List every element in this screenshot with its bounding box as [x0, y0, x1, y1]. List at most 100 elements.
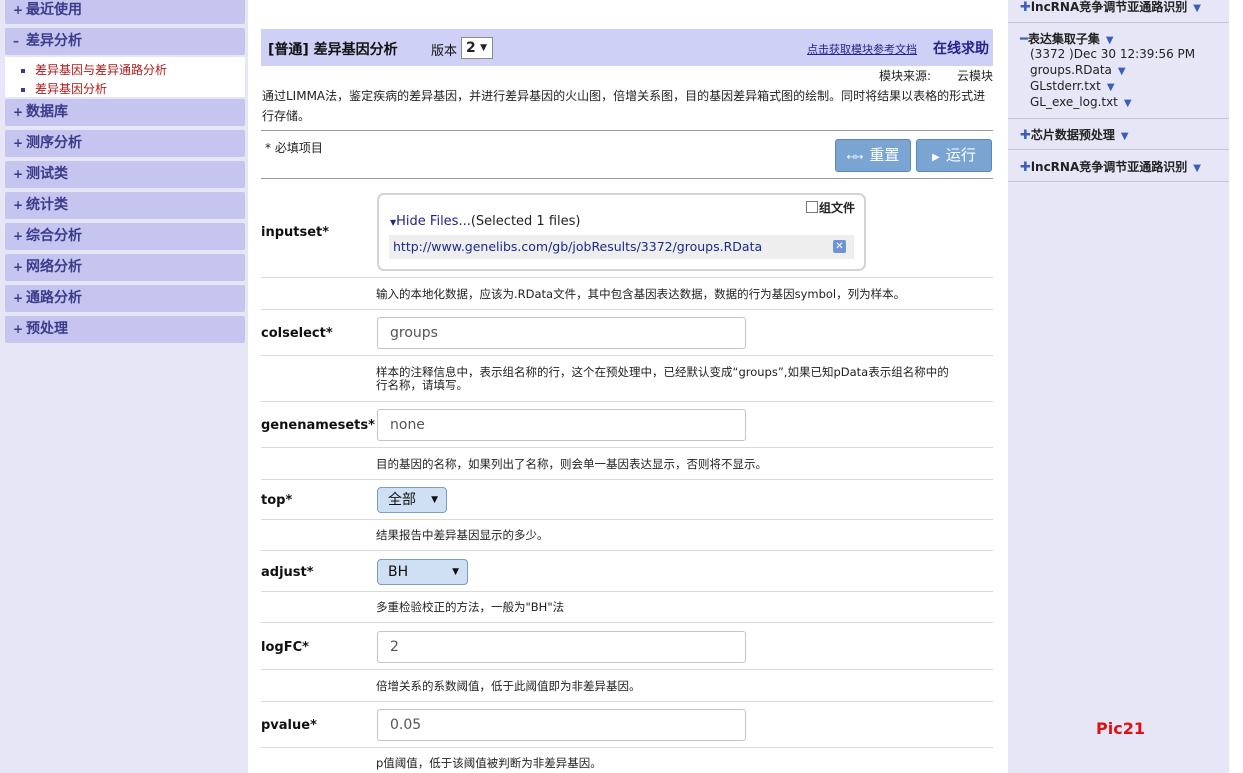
genenamesets-input[interactable]: none	[377, 409, 746, 441]
row-divider	[261, 669, 993, 670]
minus-icon: ━	[1020, 32, 1028, 47]
sidebar-category-pathway[interactable]: + 通路分析	[5, 285, 245, 312]
logfc-input[interactable]: 2	[377, 631, 746, 663]
section-expression-subset[interactable]: ━表达集取子集 ▼	[1008, 30, 1229, 47]
top-select[interactable]: 全部 ▼	[377, 487, 447, 513]
group-file-checkbox[interactable]: 组文件	[806, 199, 855, 216]
sidebar-category-database[interactable]: + 数据库	[5, 99, 245, 126]
plus-icon: +	[13, 136, 24, 150]
sidebar-category-comprehensive[interactable]: + 综合分析	[5, 223, 245, 250]
plus-icon: +	[13, 167, 24, 181]
pic-label: Pic21	[1096, 719, 1145, 738]
plus-icon: +	[13, 291, 24, 305]
caret-down-icon: ▼	[1106, 82, 1115, 93]
result-file-item[interactable]: groups.RData ▼	[1030, 63, 1126, 77]
row-divider	[261, 550, 993, 551]
selected-file-row: http://www.genelibs.com/gb/jobResults/33…	[389, 235, 854, 259]
section-chip-preprocess[interactable]: ✚芯片数据预处理 ▼	[1008, 126, 1229, 143]
row-divider	[261, 622, 993, 623]
param-hint-genenamesets: 目的基因的名称，如果列出了名称，则会单一基因表达显示，否则将不显示。	[376, 457, 767, 471]
plus-icon: ✚	[1020, 128, 1031, 143]
selected-file-url[interactable]: http://www.genelibs.com/gb/jobResults/33…	[393, 239, 762, 254]
plus-icon: +	[13, 105, 24, 119]
result-file-item[interactable]: GL_exe_log.txt ▼	[1030, 95, 1132, 109]
sidebar-category-label: 最近使用	[26, 2, 82, 18]
play-icon: ▶	[932, 152, 940, 163]
section-lncrna-top[interactable]: ✚lncRNA竞争调节亚通路识别 ▼	[1008, 0, 1229, 15]
version-label: 版本	[431, 44, 458, 59]
online-help-link[interactable]: 在线求助	[933, 38, 989, 58]
caret-down-icon: ▼	[1193, 163, 1201, 174]
sidebar-category-recent[interactable]: + 最近使用	[5, 0, 245, 24]
sidebar-category-label: 测序分析	[26, 135, 82, 151]
param-label-adjust: adjust*	[261, 565, 314, 580]
row-divider	[261, 747, 993, 748]
caret-down-icon: ▼	[431, 495, 438, 505]
param-hint-top: 结果报告中差异基因显示的多少。	[376, 528, 549, 542]
run-button[interactable]: ▶ 运行	[916, 139, 992, 172]
version-select[interactable]: 2 ▼	[461, 37, 493, 59]
section-divider	[1008, 22, 1229, 23]
reset-button[interactable]: ↤↦ 重置	[835, 139, 911, 172]
sidebar-category-statistics[interactable]: + 统计类	[5, 192, 245, 219]
sidebar-category-label: 统计类	[26, 197, 68, 213]
plus-icon: ✚	[1020, 160, 1031, 175]
sidebar-category-preprocess[interactable]: + 预处理	[5, 316, 245, 343]
param-label-genenamesets: genenamesets*	[261, 418, 375, 433]
module-form: [普通] 差异基因分析 版本 2 ▼ 点击获取模块参考文档 在线求助 模块来源:…	[248, 0, 1008, 773]
param-label-colselect: colselect*	[261, 326, 333, 341]
plus-icon: ✚	[1020, 0, 1031, 15]
module-source: 模块来源: 云模块	[879, 69, 994, 83]
plus-icon: +	[13, 3, 24, 17]
sidebar-category-label: 测试类	[26, 166, 68, 182]
sidebar-category-label: 数据库	[26, 104, 68, 120]
required-note: * 必填项目	[265, 141, 323, 155]
module-header: [普通] 差异基因分析 版本 2 ▼ 点击获取模块参考文档 在线求助	[261, 29, 993, 66]
caret-down-icon: ▼	[480, 43, 487, 53]
sidebar-category-label: 通路分析	[26, 290, 82, 306]
divider	[261, 130, 993, 131]
param-label-pvalue: pvalue*	[261, 718, 317, 733]
scroll-gutter	[1229, 0, 1243, 773]
sidebar-category-sequencing[interactable]: + 测序分析	[5, 130, 245, 157]
caret-down-icon: ▼	[452, 567, 459, 577]
section-divider	[1008, 149, 1229, 150]
help-doc-link[interactable]: 点击获取模块参考文档	[807, 41, 917, 57]
row-divider	[261, 519, 993, 520]
sidebar-subitems: 差异基因与差异通路分析 差异基因分析	[5, 57, 245, 97]
row-divider	[261, 447, 993, 448]
caret-down-icon: ▼	[1123, 98, 1132, 109]
section-divider	[1008, 181, 1229, 182]
param-hint-pvalue: p值阈值，低于该阈值被判断为非差异基因。	[376, 756, 602, 770]
section-lncrna[interactable]: ✚lncRNA竞争调节亚通路识别 ▼	[1008, 158, 1229, 175]
sidebar-category-test[interactable]: + 测试类	[5, 161, 245, 188]
bullet-icon	[21, 87, 25, 92]
param-hint-inputset: 输入的本地化数据，应该为.RData文件，其中包含基因表达数据，数据的行为基因s…	[376, 287, 906, 301]
close-icon[interactable]: ✕	[833, 240, 846, 253]
plus-icon: +	[13, 229, 24, 243]
sidebar-category-label: 差异分析	[26, 33, 82, 49]
sidebar-item-diff-gene[interactable]: 差异基因分析	[21, 80, 107, 97]
adjust-select[interactable]: BH ▼	[377, 559, 468, 585]
sidebar-item-diff-gene-pathway[interactable]: 差异基因与差异通路分析	[21, 61, 167, 78]
left-sidebar: + 最近使用 – 差异分析 差异基因与差异通路分析 差异基因分析 + 数据库 + 测序分…	[0, 0, 248, 773]
sidebar-category-network[interactable]: + 网络分析	[5, 254, 245, 281]
row-divider	[261, 479, 993, 480]
module-description: 通过LIMMA法，鉴定疾病的差异基因，并进行差异基因的火山图，倍增关系图，目的基…	[262, 89, 986, 123]
hide-files-toggle[interactable]: ▼Hide Files...(Selected 1 files)	[390, 214, 580, 229]
row-divider	[261, 309, 993, 310]
param-hint-logfc: 倍增关系的系数阈值，低于此阈值即为非差异基因。	[376, 679, 641, 693]
result-file-item[interactable]: GLstderr.txt ▼	[1030, 79, 1115, 93]
fileset-box: 组文件 ▼Hide Files...(Selected 1 files) htt…	[377, 193, 866, 271]
pvalue-input[interactable]: 0.05	[377, 709, 746, 741]
section-divider	[1008, 118, 1229, 119]
caret-down-icon: ▼	[1105, 35, 1114, 46]
sidebar-category-label: 网络分析	[26, 259, 82, 275]
sidebar-category-diff-analysis[interactable]: – 差异分析	[5, 28, 245, 55]
sidebar-category-label: 预处理	[26, 321, 68, 337]
plus-icon: +	[13, 260, 24, 274]
param-hint-colselect: 样本的注释信息中，表示组名称的行，这个在预处理中，已经默认变成“groups”,…	[376, 365, 949, 392]
job-entry: (3372 )Dec 30 12:39:56 PM	[1030, 47, 1196, 61]
colselect-input[interactable]: groups	[377, 317, 746, 349]
reset-icon: ↤↦	[846, 152, 864, 163]
